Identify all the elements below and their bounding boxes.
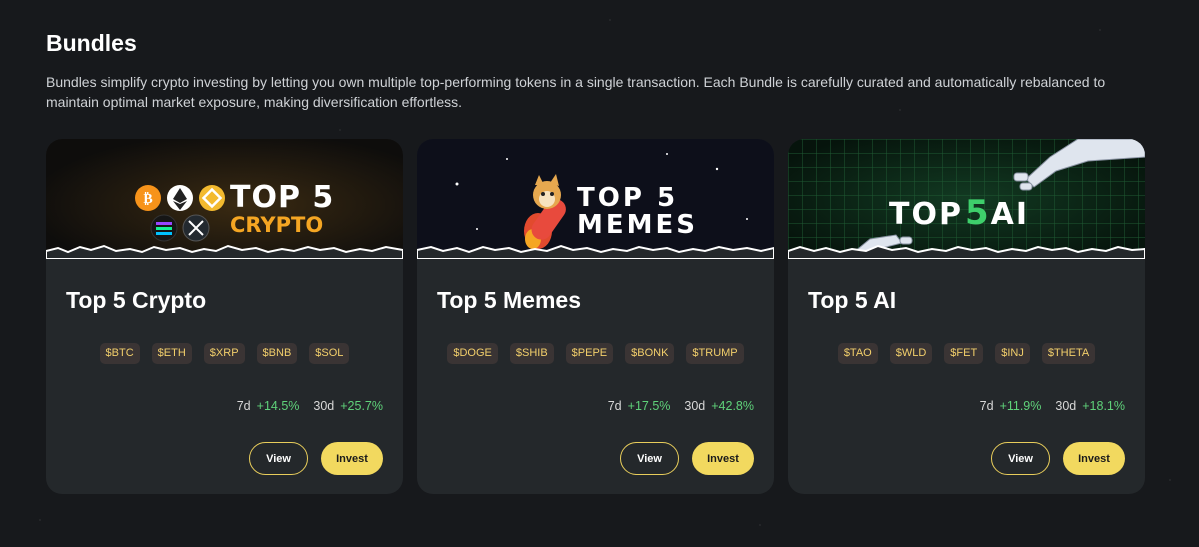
stat-30d-value: +25.7% (340, 399, 383, 413)
token-list: $BTC $ETH $XRP $BNB $SOL (46, 343, 403, 364)
token-list: $DOGE $SHIB $PEPE $BONK $TRUMP (417, 343, 774, 364)
bundle-title: Top 5 Memes (437, 287, 581, 313)
bundle-card-memes[interactable]: TOP 5 MEMES Top 5 Memes $DOGE $SHIB $PEP… (417, 139, 774, 494)
token-tag: $BTC (99, 343, 140, 364)
performance-stats: 7d +11.9% 30d +18.1% (980, 399, 1125, 413)
view-button[interactable]: View (249, 442, 308, 475)
page-title: Bundles (46, 30, 137, 56)
bundle-title: Top 5 Crypto (66, 287, 207, 313)
invest-button[interactable]: Invest (321, 442, 383, 475)
stat-7d-value: +11.9% (999, 399, 1042, 413)
token-tag: $TAO (837, 343, 878, 364)
performance-stats: 7d +14.5% 30d +25.7% (237, 399, 383, 413)
torn-edge (46, 244, 403, 259)
token-tag: $BONK (625, 343, 675, 364)
token-tag: $SOL (309, 343, 350, 364)
stat-30d-value: +18.1% (1082, 399, 1125, 413)
invest-button[interactable]: Invest (1063, 442, 1125, 475)
banner-logo-crypto: TOP 5 CRYPTO (230, 180, 335, 238)
torn-edge (788, 244, 1145, 259)
bundle-title: Top 5 AI (808, 287, 897, 313)
token-tag: $FET (944, 343, 984, 364)
token-tag: $INJ (995, 343, 1030, 364)
bundle-list: ₿ TOP 5 CRYPTO Top 5 Crypto $BTC $ETH $X… (46, 139, 1145, 494)
token-tag: $WLD (889, 343, 933, 364)
bundle-banner-crypto: ₿ TOP 5 CRYPTO (46, 139, 403, 259)
torn-edge (417, 244, 774, 259)
view-button[interactable]: View (991, 442, 1050, 475)
stat-7d-label: 7d (236, 399, 251, 413)
bundle-banner-memes: TOP 5 MEMES (417, 139, 774, 259)
token-tag: $SHIB (509, 343, 554, 364)
banner-logo-memes: TOP 5 MEMES (577, 183, 698, 240)
bundle-banner-ai: TOP5AI (788, 139, 1145, 259)
svg-text:₿: ₿ (143, 191, 152, 207)
token-tag: $BNB (256, 343, 298, 364)
stat-30d-label: 30d (1055, 399, 1077, 413)
bundle-card-ai[interactable]: TOP5AI Top 5 AI $TAO $WLD $FET $INJ $THE… (788, 139, 1145, 494)
token-tag: $ETH (151, 343, 192, 364)
stat-7d-value: +17.5% (627, 399, 671, 413)
banner-logo-ai: TOP5AI (889, 193, 1030, 233)
invest-button[interactable]: Invest (692, 442, 754, 475)
stat-7d-label: 7d (607, 399, 622, 413)
token-tag: $THETA (1041, 343, 1096, 364)
view-button[interactable]: View (620, 442, 679, 475)
bundle-card-crypto[interactable]: ₿ TOP 5 CRYPTO Top 5 Crypto $BTC $ETH $X… (46, 139, 403, 494)
stat-7d-value: +14.5% (256, 399, 300, 413)
stat-7d-label: 7d (979, 399, 994, 413)
page-description: Bundles simplify crypto investing by let… (46, 74, 1106, 110)
performance-stats: 7d +17.5% 30d +42.8% (608, 399, 754, 413)
token-list: $TAO $WLD $FET $INJ $THETA (788, 343, 1145, 364)
token-tag: $XRP (203, 343, 245, 364)
token-tag: $PEPE (565, 343, 614, 364)
token-tag: $TRUMP (686, 343, 744, 364)
stat-30d-label: 30d (313, 399, 335, 413)
token-tag: $DOGE (447, 343, 498, 364)
stat-30d-value: +42.8% (711, 399, 754, 413)
stat-30d-label: 30d (684, 399, 706, 413)
